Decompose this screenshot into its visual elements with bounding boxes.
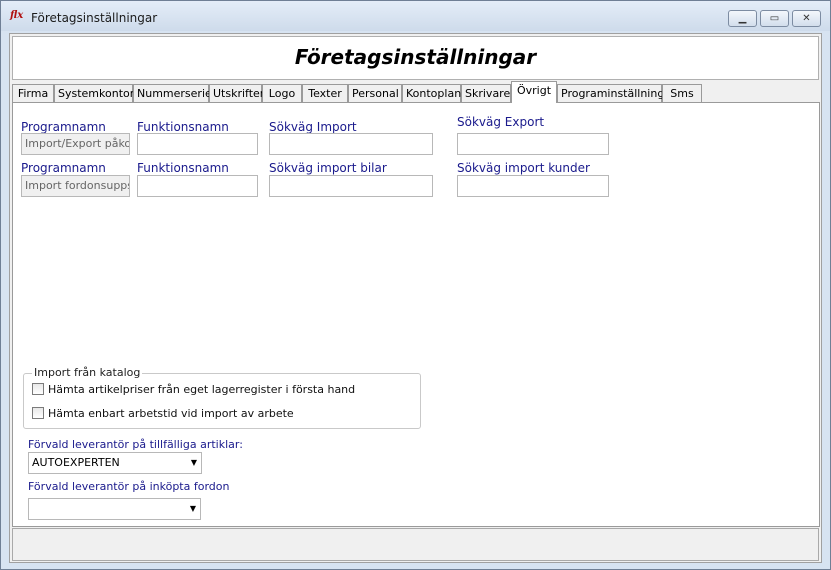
import-catalog-group: Import från katalog Hämta artikelpriser … bbox=[23, 366, 421, 429]
sokvag-import-kunder-field[interactable] bbox=[457, 175, 609, 197]
minimize-button[interactable]: ▁ bbox=[728, 10, 757, 27]
prices-own-stock-checkbox-row[interactable]: Hämta artikelpriser från eget lagerregis… bbox=[32, 383, 355, 396]
sokvag-export-label: Sökväg Export bbox=[457, 115, 545, 129]
tab-sms[interactable]: Sms bbox=[662, 84, 702, 103]
tab-firma[interactable]: Firma bbox=[12, 84, 54, 103]
maximize-button[interactable]: ▭ bbox=[760, 10, 789, 27]
prices-own-stock-label: Hämta artikelpriser från eget lagerregis… bbox=[48, 383, 356, 396]
tab-skrivare[interactable]: Skrivare bbox=[461, 84, 511, 103]
tab-kontoplan[interactable]: Kontoplan bbox=[402, 84, 461, 103]
programnamn-field-2[interactable]: Import fordonsupps bbox=[21, 175, 130, 197]
sokvag-import-field[interactable] bbox=[269, 133, 433, 155]
funktionsnamn-label-1: Funktionsnamn bbox=[137, 120, 229, 134]
tab-texter[interactable]: Texter bbox=[302, 84, 348, 103]
sokvag-import-bilar-field[interactable] bbox=[269, 175, 433, 197]
minimize-icon: ▁ bbox=[738, 13, 747, 24]
main-window: flx Företagsinställningar ▁ ▭ ✕ Företags… bbox=[0, 0, 831, 570]
sokvag-import-bilar-label: Sökväg import bilar bbox=[269, 161, 387, 175]
title-bar: flx Företagsinställningar ▁ ▭ ✕ bbox=[1, 1, 830, 31]
client-area: Företagsinställningar Firma Systemkonton… bbox=[9, 33, 822, 563]
programnamn-field-1[interactable]: Import/Export påko bbox=[21, 133, 130, 155]
dropdown-arrow-icon: ▼ bbox=[190, 458, 197, 467]
only-worktime-checkbox-row[interactable]: Hämta enbart arbetstid vid import av arb… bbox=[32, 407, 294, 420]
page-title: Företagsinställningar bbox=[294, 45, 537, 69]
programnamn-label-1: Programnamn bbox=[21, 120, 106, 134]
app-logo-icon: flx bbox=[10, 10, 24, 21]
funktionsnamn-field-2[interactable] bbox=[137, 175, 258, 197]
only-worktime-label: Hämta enbart arbetstid vid import av arb… bbox=[48, 407, 294, 420]
only-worktime-checkbox[interactable] bbox=[32, 407, 44, 419]
prices-own-stock-checkbox[interactable] bbox=[32, 383, 44, 395]
tab-programinstallningar[interactable]: Programinställningar bbox=[557, 84, 676, 103]
tab-ovrigt[interactable]: Övrigt bbox=[511, 81, 557, 103]
tab-nummerserier[interactable]: Nummerserier bbox=[133, 84, 216, 103]
vehicle-supplier-select[interactable]: ▼ bbox=[28, 498, 201, 520]
import-catalog-title: Import från katalog bbox=[32, 366, 143, 379]
sokvag-import-label: Sökväg Import bbox=[269, 120, 357, 134]
programnamn-label-2: Programnamn bbox=[21, 161, 106, 175]
tab-systemkonton[interactable]: Systemkonton bbox=[54, 84, 137, 103]
header-panel: Företagsinställningar bbox=[12, 36, 819, 80]
close-button[interactable]: ✕ bbox=[792, 10, 821, 27]
tab-panel-ovrigt: Programnamn Import/Export påko Funktions… bbox=[12, 102, 820, 527]
sokvag-export-field[interactable] bbox=[457, 133, 609, 155]
temp-supplier-value: AUTOEXPERTEN bbox=[32, 456, 120, 469]
tab-logo[interactable]: Logo bbox=[262, 84, 302, 103]
status-bar bbox=[12, 528, 819, 561]
sokvag-import-kunder-label: Sökväg import kunder bbox=[457, 161, 590, 175]
close-icon: ✕ bbox=[802, 13, 811, 24]
window-title: Företagsinställningar bbox=[31, 11, 158, 25]
temp-supplier-select[interactable]: AUTOEXPERTEN ▼ bbox=[28, 452, 202, 474]
funktionsnamn-field-1[interactable] bbox=[137, 133, 258, 155]
tab-utskrifter[interactable]: Utskrifter bbox=[209, 84, 264, 103]
maximize-icon: ▭ bbox=[769, 13, 780, 24]
funktionsnamn-label-2: Funktionsnamn bbox=[137, 161, 229, 175]
tab-personal[interactable]: Personal bbox=[348, 84, 402, 103]
vehicle-supplier-label: Förvald leverantör på inköpta fordon bbox=[28, 480, 230, 493]
dropdown-arrow-icon: ▼ bbox=[189, 504, 196, 513]
temp-supplier-label: Förvald leverantör på tillfälliga artikl… bbox=[28, 438, 243, 451]
